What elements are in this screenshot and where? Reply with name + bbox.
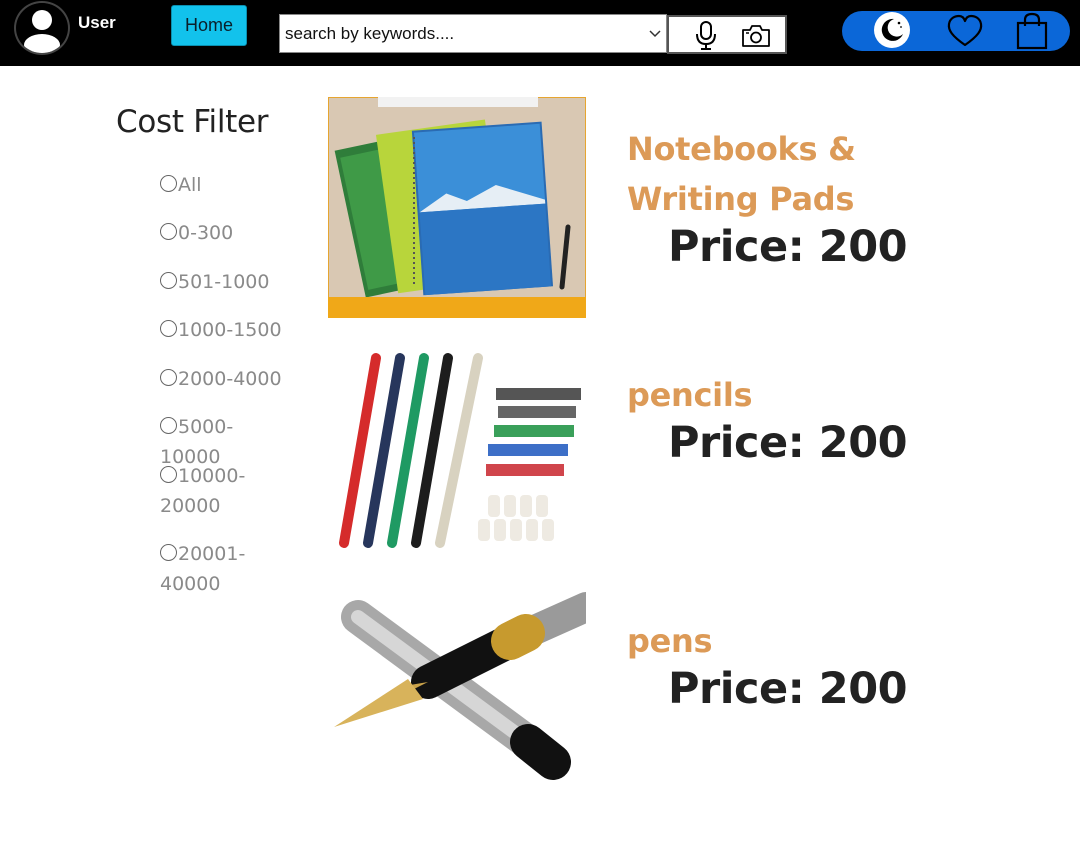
product-name[interactable]: pencils: [627, 370, 967, 420]
pencils-image[interactable]: [328, 343, 586, 564]
shopping-bag-icon[interactable]: [1014, 12, 1050, 50]
radio-icon[interactable]: [160, 223, 177, 240]
search-box: [279, 14, 667, 53]
moon-icon[interactable]: [874, 12, 910, 48]
heart-icon[interactable]: [946, 13, 984, 49]
top-navbar: User Home: [0, 0, 1080, 66]
notebook-image[interactable]: [328, 97, 586, 318]
pens-image[interactable]: [328, 587, 586, 808]
radio-icon[interactable]: [160, 544, 177, 561]
product-name[interactable]: pens: [627, 616, 967, 666]
action-pill: [842, 11, 1070, 51]
filter-option-20001-40000[interactable]: 20001-40000: [160, 539, 260, 599]
search-input[interactable]: [280, 15, 666, 52]
camera-icon[interactable]: [741, 24, 771, 48]
home-button[interactable]: Home: [171, 5, 247, 46]
user-avatar-icon[interactable]: [14, 1, 70, 55]
product-name[interactable]: Notebooks & Writing Pads: [627, 124, 967, 224]
product-price: Price: 200: [668, 664, 908, 714]
microphone-icon[interactable]: [695, 21, 717, 51]
cost-filter-title: Cost Filter: [116, 104, 269, 140]
filter-option-501-1000[interactable]: 501-1000: [160, 267, 290, 297]
product-price: Price: 200: [668, 418, 908, 468]
filter-option-0-300[interactable]: 0-300: [160, 218, 290, 248]
chevron-down-icon[interactable]: [648, 26, 662, 40]
filter-option-10000-20000[interactable]: 10000-20000: [160, 461, 260, 521]
product-price: Price: 200: [668, 222, 908, 272]
filter-option-all[interactable]: All: [160, 170, 290, 200]
radio-icon[interactable]: [160, 417, 177, 434]
filter-option-1000-1500[interactable]: 1000-1500: [160, 315, 290, 345]
radio-icon[interactable]: [160, 466, 177, 483]
radio-icon[interactable]: [160, 272, 177, 289]
user-label[interactable]: User: [78, 13, 116, 33]
filter-option-2000-4000[interactable]: 2000-4000: [160, 364, 290, 394]
radio-icon[interactable]: [160, 320, 177, 337]
search-tools: [667, 15, 787, 54]
radio-icon[interactable]: [160, 175, 177, 192]
radio-icon[interactable]: [160, 369, 177, 386]
